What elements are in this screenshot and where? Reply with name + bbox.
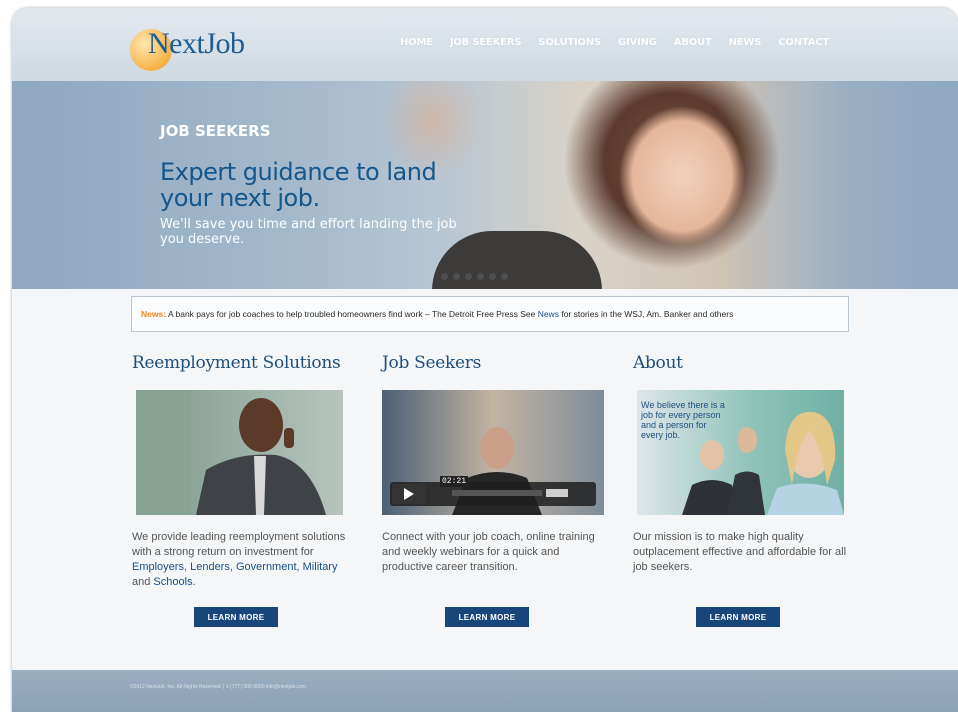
link-military[interactable]: Military xyxy=(303,561,338,573)
column-title: About xyxy=(633,353,683,373)
site-header: NextJob HOME JOB SEEKERS SOLUTIONS GIVIN… xyxy=(12,8,958,81)
column-description: Our mission is to make high quality outp… xyxy=(633,531,847,573)
learn-more-button[interactable]: LEARN MORE xyxy=(194,607,278,627)
news-label: News: xyxy=(141,309,167,319)
video-thumbnail xyxy=(382,390,604,515)
news-link[interactable]: News xyxy=(538,309,559,319)
link-lenders[interactable]: Lenders xyxy=(190,561,230,573)
slider-dot[interactable] xyxy=(489,273,496,280)
column-title: Reemployment Solutions xyxy=(132,353,341,373)
nav-home[interactable]: HOME xyxy=(400,37,433,48)
news-tail: for stories in the WSJ, Am. Banker and o… xyxy=(559,309,734,319)
learn-more-button[interactable]: LEARN MORE xyxy=(445,607,529,627)
link-government[interactable]: Government xyxy=(236,561,297,573)
news-text: News: A bank pays for job coaches to hel… xyxy=(141,309,733,319)
nav-giving[interactable]: GIVING xyxy=(618,37,657,48)
footer-copyright: ©2012 NextJob, Inc. All Rights Reserved.… xyxy=(130,684,306,690)
slider-dot[interactable] xyxy=(453,273,460,280)
site-footer: ©2012 NextJob, Inc. All Rights Reserved.… xyxy=(12,670,958,712)
slider-dot[interactable] xyxy=(477,273,484,280)
news-headline[interactable]: A bank pays for job coaches to help trou… xyxy=(166,309,538,319)
hero-headline: Expert guidance to land your next job. xyxy=(160,158,437,212)
slider-dot[interactable] xyxy=(441,273,448,280)
link-employers[interactable]: Employers xyxy=(132,561,184,573)
link-schools[interactable]: Schools xyxy=(153,576,192,588)
browser-frame: NextJob HOME JOB SEEKERS SOLUTIONS GIVIN… xyxy=(12,8,958,712)
about-overlay-text: We believe there is a job for every pers… xyxy=(641,400,725,440)
video-player[interactable]: 02:21 xyxy=(382,390,604,515)
nav-news[interactable]: NEWS xyxy=(729,37,762,48)
column-about: About We believe there is a job for ever… xyxy=(633,353,858,627)
main-nav: HOME JOB SEEKERS SOLUTIONS GIVING ABOUT … xyxy=(400,37,846,48)
nav-solutions[interactable]: SOLUTIONS xyxy=(538,37,601,48)
businessman-photo xyxy=(136,390,343,515)
nextjob-logo[interactable]: NextJob xyxy=(130,25,260,71)
slider-dot[interactable] xyxy=(465,273,472,280)
nav-contact[interactable]: CONTACT xyxy=(778,37,829,48)
news-ticker: News: A bank pays for job coaches to hel… xyxy=(131,296,849,332)
description-text: We provide leading reemployment solution… xyxy=(132,531,346,558)
slider-dots xyxy=(441,273,508,280)
learn-more-button[interactable]: LEARN MORE xyxy=(696,607,780,627)
businessman-illustration xyxy=(136,390,343,515)
nav-job-seekers[interactable]: JOB SEEKERS xyxy=(450,37,522,48)
video-time: 02:21 xyxy=(440,476,469,487)
logo-text: NextJob xyxy=(148,27,245,60)
column-description: Connect with your job coach, online trai… xyxy=(382,531,595,573)
column-reemployment: Reemployment Solutions We provide leadin… xyxy=(132,353,357,627)
nav-about[interactable]: ABOUT xyxy=(674,37,712,48)
hero-banner: JOB SEEKERS Expert guidance to land your… xyxy=(12,81,958,289)
hero-section-label: JOB SEEKERS xyxy=(160,122,271,140)
about-photo: We believe there is a job for every pers… xyxy=(637,390,844,515)
hero-subtext: We'll save you time and effort landing t… xyxy=(160,217,457,247)
column-job-seekers: Job Seekers 02:21 Connect with your job … xyxy=(382,353,607,627)
column-description: We provide leading reemployment solution… xyxy=(132,531,346,588)
slider-dot[interactable] xyxy=(501,273,508,280)
column-title: Job Seekers xyxy=(382,353,482,373)
